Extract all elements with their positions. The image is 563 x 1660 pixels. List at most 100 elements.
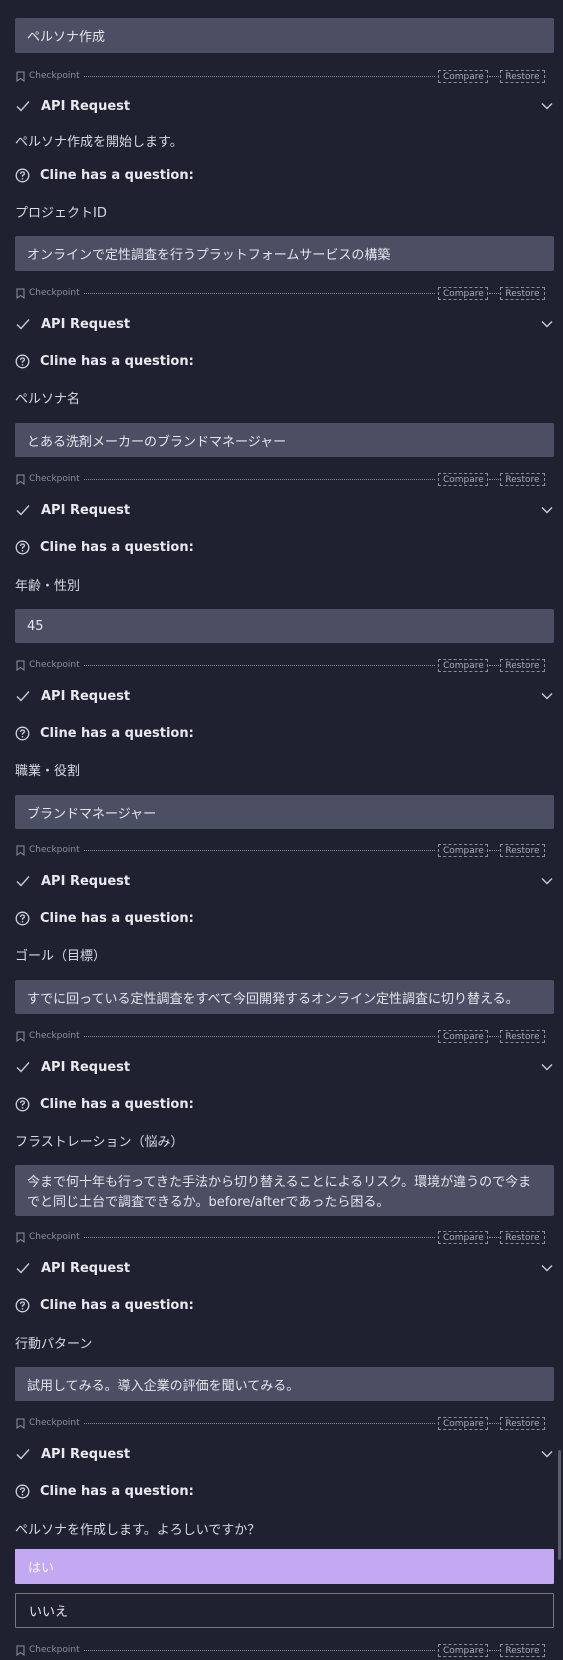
scrollbar-thumb[interactable]: [558, 1450, 561, 1560]
restore-button[interactable]: Restore: [500, 1029, 545, 1043]
checkpoint-row: Checkpoint Compare Restore: [15, 471, 545, 487]
api-request-row[interactable]: API Request: [15, 96, 554, 116]
chevron-down-icon[interactable]: [540, 1261, 554, 1275]
question-circle-icon: [15, 1097, 30, 1111]
message-text: 試用してみる。導入企業の評価を聞いてみる。: [27, 1378, 300, 1394]
question-text: 行動パターン: [15, 1337, 93, 1352]
question-circle-icon: [15, 911, 30, 925]
api-request-row[interactable]: API Request: [15, 871, 554, 891]
api-request-row[interactable]: API Request: [15, 1057, 554, 1077]
option-no-button[interactable]: いいえ: [15, 1593, 554, 1628]
user-message: 試用してみる。導入企業の評価を聞いてみる。: [15, 1367, 554, 1401]
checkpoint-row: Checkpoint Compare Restore: [15, 1229, 545, 1245]
checkpoint-label: Checkpoint: [29, 1031, 80, 1041]
chevron-down-icon[interactable]: [540, 874, 554, 888]
user-message: ペルソナ作成: [15, 18, 554, 53]
chevron-down-icon[interactable]: [540, 1447, 554, 1461]
question-header: Cline has a question:: [15, 537, 194, 557]
chevron-down-icon[interactable]: [540, 689, 554, 703]
question-text: ゴール（目標）: [15, 949, 107, 964]
question-header: Cline has a question:: [15, 1295, 194, 1315]
compare-button[interactable]: Compare: [438, 1643, 488, 1657]
question-text: 職業・役割: [15, 764, 81, 779]
message-text: オンラインで定性調査を行うプラットフォームサービスの構築: [27, 248, 391, 263]
question-label: Cline has a question:: [40, 1297, 194, 1313]
compare-button[interactable]: Compare: [438, 1416, 488, 1430]
api-request-row[interactable]: API Request: [15, 314, 554, 334]
checkpoint-row: Checkpoint Compare Restore: [15, 1028, 545, 1044]
checkpoint-label: Checkpoint: [29, 288, 80, 298]
restore-button[interactable]: Restore: [500, 1643, 545, 1657]
checkpoint-label: Checkpoint: [29, 845, 80, 855]
checkpoint-label: Checkpoint: [29, 1645, 80, 1655]
api-request-label: API Request: [41, 316, 131, 332]
api-request-label: API Request: [41, 98, 131, 114]
message-text: ペルソナ作成: [27, 30, 106, 45]
checkpoint-row: Checkpoint Compare Restore: [15, 657, 545, 673]
restore-button[interactable]: Restore: [500, 843, 545, 857]
api-request-row[interactable]: API Request: [15, 1258, 554, 1278]
api-request-row[interactable]: API Request: [15, 500, 554, 520]
bookmark-icon: [15, 473, 25, 485]
divider: [489, 292, 499, 294]
divider: [83, 292, 435, 294]
compare-button[interactable]: Compare: [438, 472, 488, 486]
question-circle-icon: [15, 1298, 30, 1312]
compare-button[interactable]: Compare: [438, 286, 488, 300]
restore-button[interactable]: Restore: [500, 286, 545, 300]
checkpoint-row: Checkpoint Compare Restore: [15, 842, 545, 858]
chevron-down-icon[interactable]: [540, 1060, 554, 1074]
user-message: とある洗剤メーカーのブランドマネージャー: [15, 423, 554, 457]
question-header: Cline has a question:: [15, 1481, 194, 1501]
user-message: すでに回っている定性調査をすべて今回開発するオンライン定性調査に切り替える。: [15, 980, 554, 1014]
divider: [489, 849, 499, 851]
restore-button[interactable]: Restore: [500, 69, 545, 83]
checkpoint-label: Checkpoint: [29, 1418, 80, 1428]
compare-button[interactable]: Compare: [438, 843, 488, 857]
check-icon: [16, 319, 30, 330]
bookmark-icon: [15, 1030, 25, 1042]
divider: [83, 1236, 435, 1238]
compare-button[interactable]: Compare: [438, 1029, 488, 1043]
question-circle-icon: [15, 168, 30, 182]
question-text: ペルソナ名: [15, 392, 81, 407]
divider: [83, 478, 435, 480]
compare-button[interactable]: Compare: [438, 1230, 488, 1244]
checkpoint-label: Checkpoint: [29, 1232, 80, 1242]
chevron-down-icon[interactable]: [540, 503, 554, 517]
option-label: いいえ: [29, 1605, 69, 1620]
restore-button[interactable]: Restore: [500, 1416, 545, 1430]
api-request-row[interactable]: API Request: [15, 1444, 554, 1464]
question-label: Cline has a question:: [40, 353, 194, 369]
question-label: Cline has a question:: [40, 167, 194, 183]
check-icon: [16, 1263, 30, 1274]
check-icon: [16, 505, 30, 516]
check-icon: [16, 876, 30, 887]
user-message: 今まで何十年も行ってきた手法から切り替えることによるリスク。環境が違うので今まで…: [15, 1165, 554, 1216]
message-text: ブランドマネージャー: [27, 806, 157, 822]
question-circle-icon: [15, 1484, 30, 1498]
api-request-label: API Request: [41, 1260, 131, 1276]
message-text: すでに回っている定性調査をすべて今回開発するオンライン定性調査に切り替える。: [27, 991, 519, 1007]
restore-button[interactable]: Restore: [500, 472, 545, 486]
divider: [83, 1422, 435, 1424]
api-request-row[interactable]: API Request: [15, 686, 554, 706]
checkpoint-row: Checkpoint Compare Restore: [15, 68, 545, 84]
chevron-down-icon[interactable]: [540, 99, 554, 113]
bookmark-icon: [15, 844, 25, 856]
api-request-label: API Request: [41, 688, 131, 704]
option-yes-button[interactable]: はい: [15, 1549, 554, 1584]
compare-button[interactable]: Compare: [438, 69, 488, 83]
question-header: Cline has a question:: [15, 165, 194, 185]
check-icon: [16, 691, 30, 702]
checkpoint-row: Checkpoint Compare Restore: [15, 285, 545, 301]
question-header: Cline has a question:: [15, 908, 194, 928]
question-header: Cline has a question:: [15, 723, 194, 743]
compare-button[interactable]: Compare: [438, 658, 488, 672]
assistant-text: ペルソナ作成を開始します。: [15, 135, 183, 150]
chevron-down-icon[interactable]: [540, 317, 554, 331]
restore-button[interactable]: Restore: [500, 658, 545, 672]
restore-button[interactable]: Restore: [500, 1230, 545, 1244]
option-label: はい: [28, 1561, 55, 1576]
api-request-label: API Request: [41, 1059, 131, 1075]
